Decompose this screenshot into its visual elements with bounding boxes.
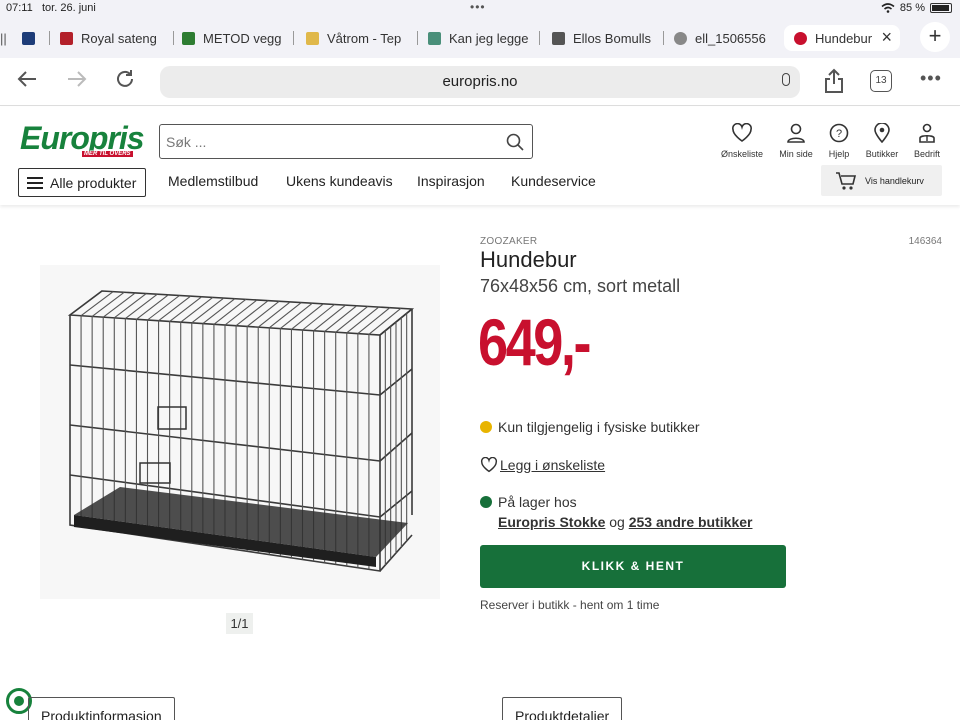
europris-logo[interactable]: Europris MER TIL OVERS xyxy=(20,120,145,157)
user-icon xyxy=(787,123,805,143)
availability-info: Kun tilgjengelig i fysiske butikker xyxy=(480,419,700,435)
new-tab-button[interactable]: + xyxy=(920,22,950,52)
business-icon xyxy=(919,123,935,143)
reload-icon[interactable] xyxy=(114,68,136,96)
hamburger-icon xyxy=(27,177,43,189)
logo-text: Europris xyxy=(20,120,145,156)
tab-favicon xyxy=(794,31,807,45)
availability-text: Kun tilgjengelig i fysiske butikker xyxy=(498,419,700,435)
heart-icon xyxy=(480,457,498,473)
add-to-wishlist-link[interactable]: Legg i ønskeliste xyxy=(480,457,605,473)
status-date: tor. 26. juni xyxy=(42,2,96,14)
tab-label: METOD vegg xyxy=(203,30,282,46)
header-wishlist[interactable]: Ønskeliste xyxy=(717,122,767,159)
availability-dot-icon xyxy=(480,421,492,433)
all-products-label: Alle produkter xyxy=(50,175,137,191)
tab-kan-jeg-legge[interactable]: Kan jeg legge xyxy=(428,25,540,51)
tab-label: Royal sateng xyxy=(81,30,157,46)
url-text: europris.no xyxy=(442,73,518,90)
header-icon-label: Ønskeliste xyxy=(720,149,764,159)
stock-label: På lager hos xyxy=(498,494,577,510)
share-icon[interactable] xyxy=(823,68,845,99)
menu-member-offers[interactable]: Medlemstilbud xyxy=(168,173,258,189)
header-stores[interactable]: Butikker xyxy=(857,122,907,159)
browser-tab-bar: || Royal sateng METOD vegg Våtrom - Tep … xyxy=(0,18,960,58)
address-bar[interactable]: europris.no xyxy=(160,66,800,98)
tab-label: Hundebur xyxy=(815,30,873,46)
other-stores-link[interactable]: 253 andre butikker xyxy=(629,514,753,530)
tab-hundebur-active[interactable]: Hundebur × xyxy=(784,25,900,51)
stock-stores: Europris Stokke og 253 andre butikker xyxy=(498,514,752,530)
product-subtitle: 76x48x56 cm, sort metall xyxy=(480,276,681,296)
back-icon[interactable] xyxy=(16,68,38,96)
search-icon[interactable] xyxy=(506,133,524,156)
wishlist-label: Legg i ønskeliste xyxy=(500,457,606,473)
battery-percent: 85 % xyxy=(899,2,925,14)
search-box[interactable]: Søk ... xyxy=(159,124,533,159)
in-stock-dot-icon xyxy=(480,496,492,508)
close-tab-icon[interactable]: × xyxy=(881,27,892,48)
tab-vatrom[interactable]: Våtrom - Tep xyxy=(306,25,418,51)
cart-label: Vis handlekurv xyxy=(865,176,924,186)
header-icon-label: Bedrift xyxy=(913,149,940,159)
image-pager: 1/1 xyxy=(226,613,253,634)
tab-favicon xyxy=(60,31,73,45)
cart-button[interactable]: Vis handlekurv xyxy=(821,165,942,196)
logo-tagline: MER TIL OVERS xyxy=(82,151,133,157)
multitasking-dots[interactable]: ••• xyxy=(470,0,486,14)
stores-conjunction: og xyxy=(609,514,625,530)
tab-favicon xyxy=(306,31,319,45)
product-price: 649,- xyxy=(478,305,592,379)
heart-icon xyxy=(732,122,752,142)
status-bar: 07:11 tor. 26. juni ••• 85 % xyxy=(0,0,960,18)
product-title: Hundebur xyxy=(480,247,577,272)
tab-overflow[interactable]: || xyxy=(0,25,18,51)
svg-text:?: ? xyxy=(836,128,842,140)
tab-label: Ellos Bomulls xyxy=(573,30,652,46)
menu-weekly-flyer[interactable]: Ukens kundeavis xyxy=(286,173,393,189)
tab-favicon xyxy=(428,31,441,45)
globe-icon xyxy=(674,31,687,45)
browser-toolbar: europris.no 13 ••• xyxy=(0,58,960,106)
tab-product-information[interactable]: Produktinformasjon xyxy=(28,697,175,720)
reserve-note: Reserver i butikk - hent om 1 time xyxy=(480,598,660,612)
menu-customer-service[interactable]: Kundeservice xyxy=(511,173,596,189)
search-placeholder: Søk ... xyxy=(166,134,207,150)
tab-metod-vegg[interactable]: METOD vegg xyxy=(182,25,294,51)
dog-crate-illustration xyxy=(67,290,415,572)
header-icon-label: Butikker xyxy=(865,149,899,159)
site-header: Europris MER TIL OVERS Søk ... Ønskelist… xyxy=(0,107,960,205)
tab-overview-button[interactable]: 13 xyxy=(870,70,892,92)
tab-royal-sateng[interactable]: Royal sateng xyxy=(60,25,174,51)
stock-info: På lager hos xyxy=(480,494,577,510)
microphone-icon[interactable] xyxy=(782,73,790,86)
status-right: 85 % xyxy=(881,2,952,14)
header-business[interactable]: Bedrift xyxy=(902,123,952,159)
tab-ellos[interactable]: Ellos Bomulls xyxy=(552,25,664,51)
click-and-collect-button[interactable]: KLIKK & HENT xyxy=(480,545,786,588)
tab-favicon xyxy=(552,31,565,45)
battery-icon xyxy=(930,3,952,13)
tab-ell-image[interactable]: ell_1506556 xyxy=(674,25,778,51)
location-icon xyxy=(874,122,890,144)
selected-store-link[interactable]: Europris Stokke xyxy=(498,514,605,530)
tab-label: Kan jeg legge xyxy=(449,30,529,46)
menu-inspiration[interactable]: Inspirasjon xyxy=(417,173,485,189)
product-sku: 146364 xyxy=(908,236,942,247)
help-icon: ? xyxy=(829,123,849,143)
cart-icon xyxy=(835,171,857,193)
wifi-icon xyxy=(881,3,895,13)
all-products-button[interactable]: Alle produkter xyxy=(18,168,146,197)
tab-favicon xyxy=(22,31,35,45)
tab-product-details[interactable]: Produktdetaljer xyxy=(502,697,623,720)
product-image[interactable] xyxy=(40,265,440,599)
tab-pinned[interactable] xyxy=(22,25,50,51)
status-time: 07:11 xyxy=(6,2,33,14)
tab-label: ell_1506556 xyxy=(695,30,766,46)
tab-favicon xyxy=(182,31,195,45)
tab-label: Våtrom - Tep xyxy=(327,30,402,46)
forward-icon[interactable] xyxy=(66,68,88,96)
more-icon[interactable]: ••• xyxy=(920,68,942,89)
product-brand[interactable]: ZOOZAKER xyxy=(480,236,537,247)
